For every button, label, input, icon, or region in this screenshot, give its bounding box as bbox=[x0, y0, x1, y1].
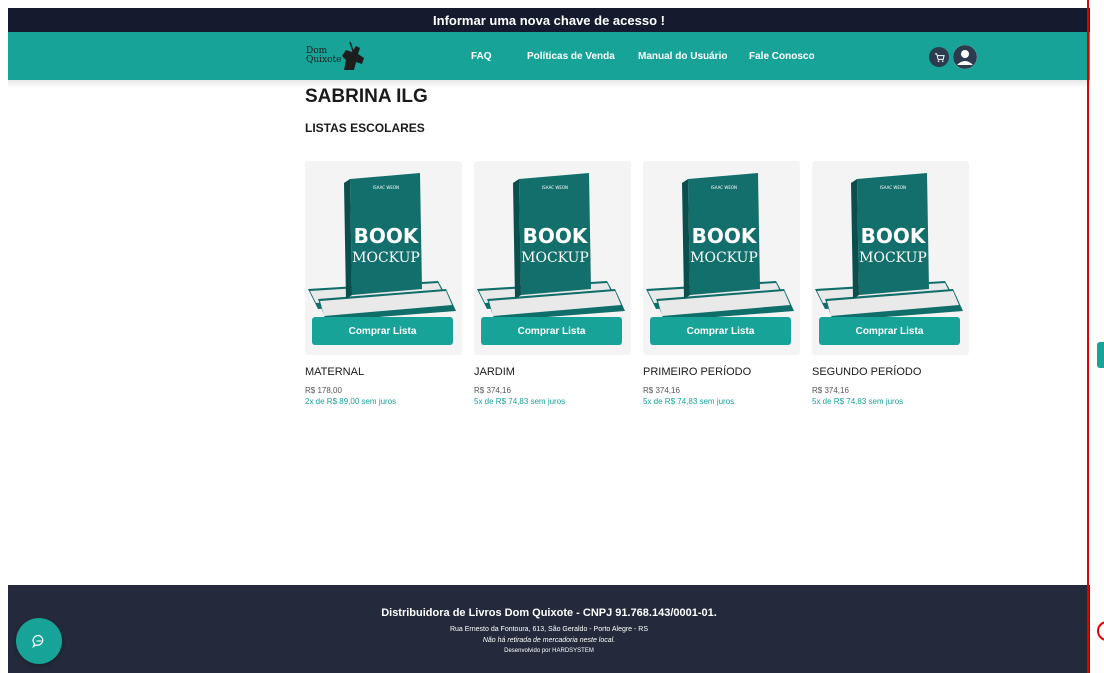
announcement-text[interactable]: Informar uma nova chave de acesso ! bbox=[433, 13, 665, 28]
product-price: R$ 178,00 bbox=[305, 386, 342, 395]
book-author-text: ISAAC WEON bbox=[542, 185, 568, 190]
annotation-red-circle bbox=[1097, 621, 1104, 641]
book-subtitle-text: MOCKUP bbox=[859, 250, 927, 266]
product-name[interactable]: JARDIM bbox=[474, 366, 631, 378]
product-name[interactable]: MATERNAL bbox=[305, 366, 462, 378]
nav-link-politicas-de-venda[interactable]: Políticas de Venda bbox=[527, 32, 615, 80]
main-navbar: Dom Quixote FAQ Políticas de Venda Manua… bbox=[8, 32, 1090, 80]
book-mockup-image: ISAAC WEON BOOK MOCKUP bbox=[308, 173, 456, 321]
book-title-text: BOOK bbox=[692, 224, 758, 248]
product-installments: 2x de R$ 89,00 sem juros bbox=[305, 397, 397, 406]
logo-text: Dom Quixote bbox=[306, 47, 342, 65]
user-button[interactable] bbox=[953, 45, 977, 69]
buy-list-button[interactable]: Comprar Lista bbox=[819, 317, 960, 345]
book-mockup-image: ISAAC WEON BOOK MOCKUP bbox=[477, 173, 625, 321]
buy-list-button[interactable]: Comprar Lista bbox=[650, 317, 791, 345]
book-subtitle-text: MOCKUP bbox=[352, 250, 420, 266]
cart-icon bbox=[934, 52, 945, 62]
product-price: R$ 374,16 bbox=[812, 386, 849, 395]
announcement-bar[interactable]: Informar uma nova chave de acesso ! bbox=[8, 8, 1090, 32]
nav-link-manual-do-usuario[interactable]: Manual do Usuário bbox=[638, 32, 727, 80]
book-subtitle-text: MOCKUP bbox=[521, 250, 589, 266]
site-logo[interactable]: Dom Quixote bbox=[306, 39, 374, 73]
footer-company: Distribuidora de Livros Dom Quixote - CN… bbox=[381, 607, 717, 619]
nav-link-faq[interactable]: FAQ bbox=[471, 32, 492, 80]
book-mockup-image: ISAAC WEON BOOK MOCKUP bbox=[815, 173, 963, 321]
buy-list-button[interactable]: Comprar Lista bbox=[481, 317, 622, 345]
buy-list-button[interactable]: Comprar Lista bbox=[312, 317, 453, 345]
product-image[interactable]: ISAAC WEON BOOK MOCKUP Comprar Lista bbox=[812, 161, 969, 355]
site-footer: Distribuidora de Livros Dom Quixote - CN… bbox=[8, 585, 1090, 673]
navbar-shadow bbox=[8, 80, 1090, 88]
product-installments: 5x de R$ 74,83 sem juros bbox=[643, 397, 735, 406]
page-title: SABRINA ILG bbox=[305, 86, 428, 107]
product-card: ISAAC WEON BOOK MOCKUP Comprar Lista JAR… bbox=[474, 161, 631, 406]
section-title: LISTAS ESCOLARES bbox=[305, 121, 425, 135]
side-tab-handle[interactable] bbox=[1097, 342, 1104, 368]
product-image[interactable]: ISAAC WEON BOOK MOCKUP Comprar Lista bbox=[474, 161, 631, 355]
footer-notice: Não há retirada de mercadoria neste loca… bbox=[482, 637, 616, 644]
book-title-text: BOOK bbox=[861, 224, 927, 248]
logo-text-line2: Quixote bbox=[306, 55, 342, 65]
book-author-text: ISAAC WEON bbox=[880, 185, 906, 190]
book-author-text: ISAAC WEON bbox=[373, 185, 399, 190]
nav-link-fale-conosco[interactable]: Fale Conosco bbox=[749, 32, 815, 80]
book-subtitle-text: MOCKUP bbox=[690, 250, 758, 266]
product-card: ISAAC WEON BOOK MOCKUP Comprar Lista SEG… bbox=[812, 161, 969, 406]
book-author-text: ISAAC WEON bbox=[711, 185, 737, 190]
product-price: R$ 374,16 bbox=[643, 386, 680, 395]
knight-horse-icon bbox=[342, 41, 364, 70]
book-mockup-image: ISAAC WEON BOOK MOCKUP bbox=[646, 173, 794, 321]
chat-button[interactable] bbox=[16, 618, 62, 664]
chat-bubble-icon bbox=[32, 634, 44, 648]
user-icon bbox=[953, 45, 977, 69]
footer-address: Rua Ernesto da Fontoura, 613, São Gerald… bbox=[449, 626, 649, 633]
footer-credits[interactable]: Desenvolvido por HARDSYSTEM bbox=[8, 648, 1090, 654]
cart-button[interactable] bbox=[929, 47, 949, 67]
annotation-red-line bbox=[1087, 0, 1089, 673]
product-image[interactable]: ISAAC WEON BOOK MOCKUP Comprar Lista bbox=[643, 161, 800, 355]
book-title-text: BOOK bbox=[354, 224, 420, 248]
page-edge bbox=[0, 0, 8, 673]
product-installments: 5x de R$ 74,83 sem juros bbox=[812, 397, 904, 406]
product-installments: 5x de R$ 74,83 sem juros bbox=[474, 397, 566, 406]
product-image[interactable]: ISAAC WEON BOOK MOCKUP Comprar Lista bbox=[305, 161, 462, 355]
product-price: R$ 374,16 bbox=[474, 386, 511, 395]
product-card: ISAAC WEON BOOK MOCKUP Comprar Lista MAT… bbox=[305, 161, 462, 406]
product-card: ISAAC WEON BOOK MOCKUP Comprar Lista PRI… bbox=[643, 161, 800, 406]
book-title-text: BOOK bbox=[523, 224, 589, 248]
product-name[interactable]: PRIMEIRO PERÍODO bbox=[643, 366, 800, 378]
product-name[interactable]: SEGUNDO PERÍODO bbox=[812, 366, 969, 378]
